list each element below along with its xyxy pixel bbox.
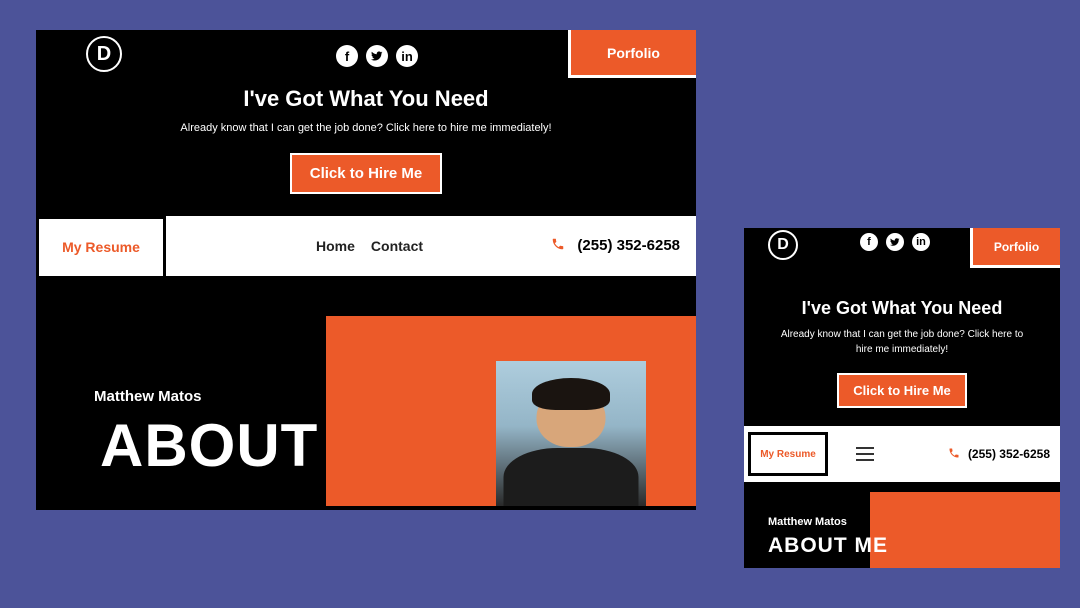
topbar: D f in Porfolio xyxy=(36,30,696,68)
hamburger-icon[interactable] xyxy=(856,447,874,461)
person-name: Matthew Matos xyxy=(94,388,202,405)
linkedin-icon[interactable]: in xyxy=(912,233,930,251)
phone-number: (255) 352-6258 xyxy=(577,237,680,254)
hero-section: I've Got What You Need Already know that… xyxy=(744,266,1060,426)
hire-button[interactable]: Click to Hire Me xyxy=(837,373,967,408)
about-accent-block xyxy=(870,492,1060,568)
resume-tab[interactable]: My Resume xyxy=(36,216,166,276)
about-heading: ABOUT ME xyxy=(768,534,888,558)
phone-block[interactable]: (255) 352-6258 xyxy=(551,237,696,254)
nav-links: Home Contact xyxy=(316,238,423,254)
nav-home[interactable]: Home xyxy=(316,238,355,254)
navbar: My Resume (255) 352-6258 xyxy=(744,426,1060,482)
about-section: Matthew Matos ABOUT xyxy=(36,276,696,506)
about-heading: ABOUT xyxy=(100,411,318,480)
phone-icon xyxy=(551,237,565,254)
portfolio-tab[interactable]: Porfolio xyxy=(568,30,696,78)
person-name: Matthew Matos xyxy=(768,516,847,528)
logo-icon[interactable]: D xyxy=(86,36,122,72)
topbar: D f in Porfolio xyxy=(744,228,1060,266)
logo-icon[interactable]: D xyxy=(768,230,798,260)
twitter-icon[interactable] xyxy=(886,233,904,251)
phone-block[interactable]: (255) 352-6258 xyxy=(948,446,1060,462)
navbar: My Resume Home Contact (255) 352-6258 xyxy=(36,216,696,276)
resume-tab[interactable]: My Resume xyxy=(748,432,828,476)
avatar-image xyxy=(496,361,646,506)
portfolio-tab[interactable]: Porfolio xyxy=(970,228,1060,268)
about-section: Matthew Matos ABOUT ME xyxy=(744,482,1060,568)
hero-section: I've Got What You Need Already know that… xyxy=(36,68,696,216)
hire-button[interactable]: Click to Hire Me xyxy=(290,153,443,194)
facebook-icon[interactable]: f xyxy=(860,233,878,251)
hero-subtext: Already know that I can get the job done… xyxy=(774,327,1030,357)
facebook-icon[interactable]: f xyxy=(336,45,358,67)
social-icons: f in xyxy=(860,233,930,251)
hero-headline: I've Got What You Need xyxy=(774,298,1030,319)
social-icons: f in xyxy=(336,45,418,67)
phone-icon xyxy=(948,446,960,462)
linkedin-icon[interactable]: in xyxy=(396,45,418,67)
twitter-icon[interactable] xyxy=(366,45,388,67)
nav-contact[interactable]: Contact xyxy=(371,238,423,254)
hero-subtext: Already know that I can get the job done… xyxy=(156,120,576,137)
phone-number: (255) 352-6258 xyxy=(968,447,1050,461)
mobile-preview: D f in Porfolio I've Got What You Need A… xyxy=(744,228,1060,568)
hero-headline: I've Got What You Need xyxy=(156,86,576,112)
desktop-preview: D f in Porfolio I've Got What You Need A… xyxy=(36,30,696,510)
